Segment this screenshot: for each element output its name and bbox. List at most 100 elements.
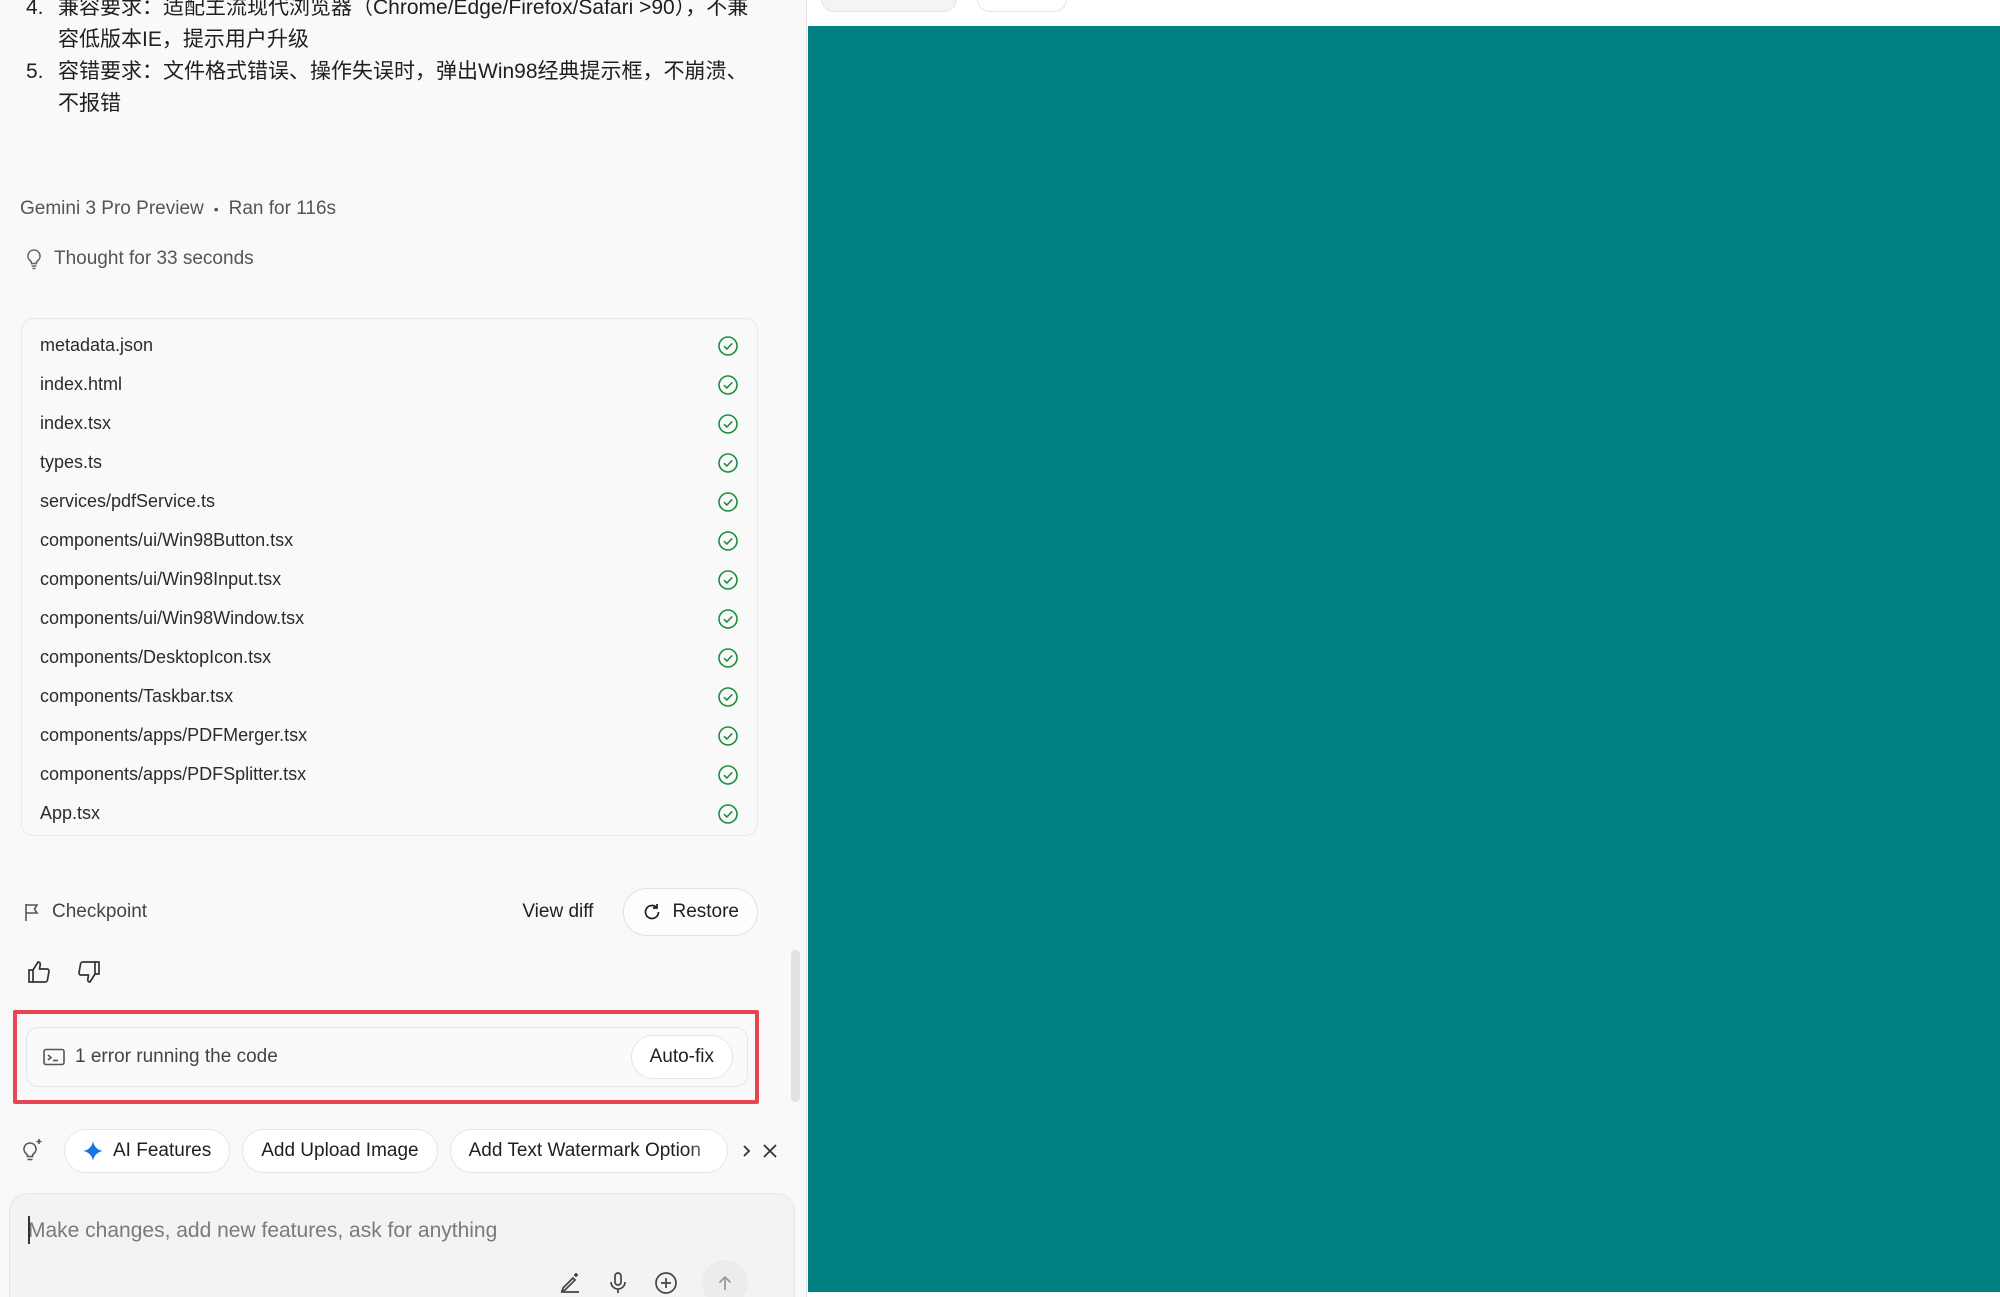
check-circle-icon [717,374,739,396]
close-suggestions-button[interactable] [760,1140,782,1162]
file-name: services/pdfService.ts [40,491,216,511]
file-row[interactable]: components/DesktopIcon.tsx [22,638,757,677]
run-meta: Gemini 3 Pro Preview • Ran for 116s [20,198,336,220]
check-circle-icon [717,452,739,474]
file-name: components/apps/PDFSplitter.tsx [40,764,307,784]
terminal-icon [43,1048,65,1066]
close-icon [760,1141,782,1161]
next-suggestions-button[interactable] [736,1140,758,1162]
file-name: index.tsx [40,413,112,433]
thumbs-down-button[interactable] [76,958,104,986]
check-circle-icon [717,491,739,513]
checkpoint-row: Checkpoint View diff Restore [24,888,758,936]
prompt-box [9,1193,795,1297]
chevron-right-icon [736,1141,758,1161]
checkpoint-text: Checkpoint [52,901,148,922]
sparkle-icon [83,1141,103,1161]
file-row[interactable]: types.ts [22,443,757,482]
error-summary[interactable]: 1 error running the code [43,1046,278,1068]
check-circle-icon [717,647,739,669]
check-circle-icon [717,725,739,747]
auto-fix-button[interactable]: Auto-fix [630,1035,733,1079]
file-name: App.tsx [40,803,101,823]
file-row[interactable]: services/pdfService.ts [22,482,757,521]
requirement-text: 容错要求：文件格式错误、操作失误时，弹出Win98经典提示框，不崩溃、不报错 [58,60,748,115]
check-circle-icon [717,764,739,786]
requirement-item: 4. 兼容要求：适配主流现代浏览器（Chrome/Edge/Firefox/Sa… [26,0,766,56]
microphone-icon [606,1271,632,1295]
checkpoint-actions: View diff Restore [522,888,758,936]
thought-summary[interactable]: Thought for 33 seconds [24,248,254,270]
prompt-input[interactable] [26,1214,766,1248]
toolbar-pill[interactable] [977,0,1067,12]
annotate-button[interactable] [558,1270,584,1296]
prompt-tools [558,1260,748,1297]
restore-button[interactable]: Restore [623,888,758,936]
suggestion-chip-watermark[interactable]: Add Text Watermark Option [449,1129,728,1173]
file-name: components/apps/PDFMerger.tsx [40,725,308,745]
check-circle-icon [717,413,739,435]
file-list: metadata.json index.html index.tsx types… [21,318,758,836]
error-message: 1 error running the code [75,1046,278,1067]
file-row[interactable]: index.html [22,365,757,404]
meta-separator: • [213,201,219,217]
file-name: components/DesktopIcon.tsx [40,647,272,667]
plus-circle-icon [654,1271,680,1295]
file-name: metadata.json [40,335,154,355]
checkpoint-label: Checkpoint [24,901,147,923]
add-attachment-button[interactable] [654,1270,680,1296]
file-row[interactable]: components/apps/PDFSplitter.tsx [22,755,757,794]
app-window: 4. 兼容要求：适配主流现代浏览器（Chrome/Edge/Firefox/Sa… [0,0,2000,1297]
view-diff-button[interactable]: View diff [522,901,593,923]
requirement-item: 5. 容错要求：文件格式错误、操作失误时，弹出Win98经典提示框，不崩溃、不报… [26,56,766,120]
panel-divider[interactable] [806,0,807,1297]
lightbulb-icon [24,248,44,270]
send-button[interactable] [702,1260,748,1297]
thumbs-down-icon [76,959,104,985]
text-caret [28,1216,30,1244]
file-row[interactable]: App.tsx [22,794,757,833]
suggestions-toggle-button[interactable] [20,1137,48,1165]
file-row[interactable]: components/apps/PDFMerger.tsx [22,716,757,755]
requirement-text: 兼容要求：适配主流现代浏览器（Chrome/Edge/Firefox/Safar… [58,0,749,51]
check-circle-icon [717,569,739,591]
chat-scrollbar[interactable] [791,950,800,1102]
file-name: components/ui/Win98Window.tsx [40,608,305,628]
chat-panel: 4. 兼容要求：适配主流现代浏览器（Chrome/Edge/Firefox/Sa… [0,0,807,1297]
suggestion-chip-ai-features[interactable]: AI Features [64,1129,231,1173]
requirements-list: 4. 兼容要求：适配主流现代浏览器（Chrome/Edge/Firefox/Sa… [26,0,766,120]
file-row[interactable]: components/ui/Win98Window.tsx [22,599,757,638]
thumbs-up-button[interactable] [26,958,54,986]
requirement-number: 5. [26,60,44,83]
error-card: 1 error running the code Auto-fix [26,1027,748,1087]
file-row[interactable]: components/Taskbar.tsx [22,677,757,716]
check-circle-icon [717,803,739,825]
arrow-up-icon [715,1273,735,1293]
restore-icon [642,902,662,922]
file-row[interactable]: index.tsx [22,404,757,443]
feedback-buttons [26,958,104,986]
check-circle-icon [717,608,739,630]
check-circle-icon [717,686,739,708]
file-name: index.html [40,374,123,394]
preview-topbar [807,0,2000,26]
check-circle-icon [717,530,739,552]
file-row[interactable]: components/ui/Win98Button.tsx [22,521,757,560]
app-preview-canvas[interactable] [808,26,2000,1292]
run-duration: Ran for 116s [228,198,337,219]
requirement-number: 4. [26,0,44,19]
suggestion-chip-upload-image[interactable]: Add Upload Image [242,1129,438,1173]
restore-label: Restore [672,901,739,922]
file-row[interactable]: metadata.json [22,326,757,365]
thought-label: Thought for 33 seconds [54,248,254,269]
file-name: components/ui/Win98Input.tsx [40,569,282,589]
flag-icon [24,902,42,922]
chip-label: AI Features [113,1140,212,1161]
model-name: Gemini 3 Pro Preview [20,198,204,219]
microphone-button[interactable] [606,1270,632,1296]
pen-sparkle-icon [558,1271,584,1295]
toolbar-pill[interactable] [821,0,957,12]
file-row[interactable]: components/ui/Win98Input.tsx [22,560,757,599]
suggestions-bar: AI Features Add Upload Image Add Text Wa… [20,1128,790,1174]
thumbs-up-icon [26,959,54,985]
